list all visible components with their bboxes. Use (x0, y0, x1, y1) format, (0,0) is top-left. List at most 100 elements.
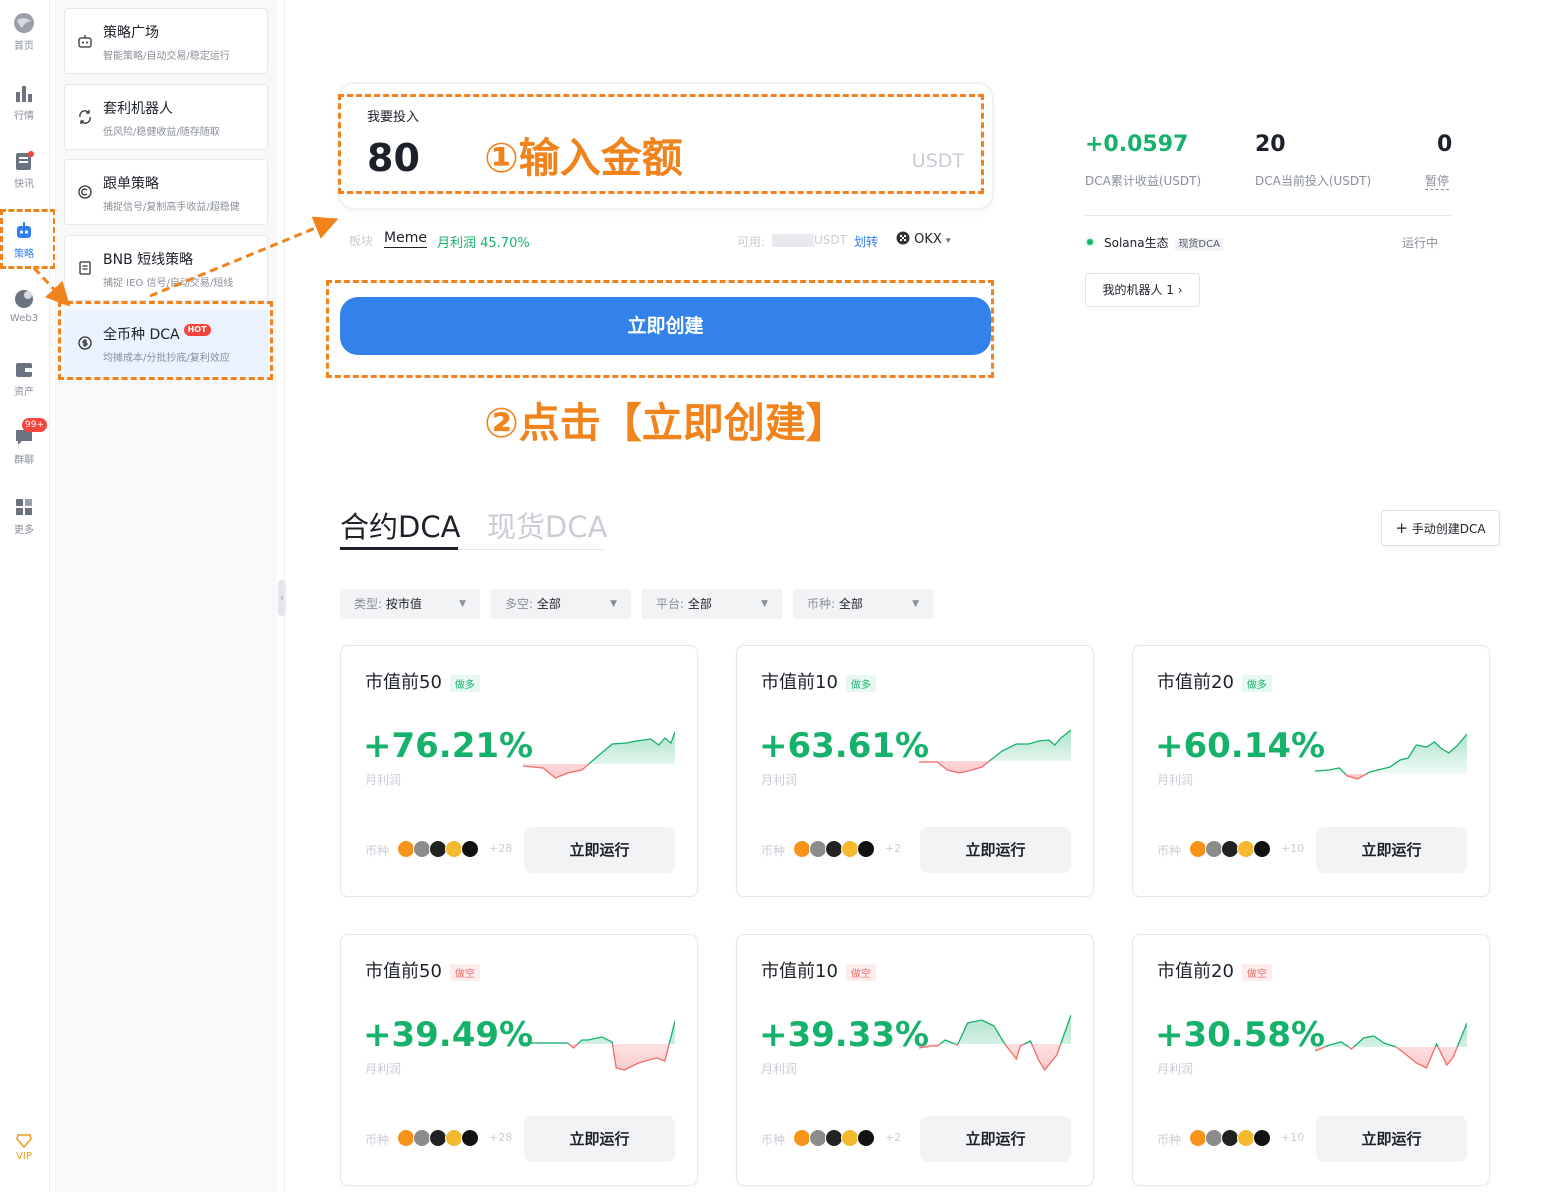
direction-badge: 做空 (449, 963, 480, 981)
card-title: 市值前20 做多 (1157, 668, 1272, 694)
monthly-profit-pct: +30.58% (1155, 1015, 1326, 1055)
profit-sparkline (523, 1020, 675, 1071)
nav-item-web3[interactable]: Web3 (0, 288, 48, 324)
strategy-subtitle: 捕捉信号/复制高手收益/超稳健 (103, 202, 240, 213)
strategy-item-bnb[interactable]: BNB 短线策略 捕捉 IEO 信号/自动交易/短线 (64, 235, 268, 301)
nav-item-more[interactable]: 更多 (0, 496, 48, 536)
coin-icons (397, 839, 487, 859)
coin-label: 币种 (365, 844, 390, 858)
nav-item-news[interactable]: 快讯 (0, 150, 48, 190)
grid-icon (16, 499, 32, 515)
nav-label: 快讯 (14, 179, 34, 190)
strategy-card[interactable]: 市值前50 做空 +39.49% 月利润 币种 +28 立即运行 (340, 934, 698, 1186)
more-coins-count: +28 (489, 842, 513, 855)
exchange-select[interactable]: OKX ▾ (896, 231, 950, 247)
chevron-down-icon: ▼ (912, 599, 919, 609)
available-unit: USDT (814, 233, 847, 247)
tab-contract-dca[interactable]: 合约DCA (340, 504, 460, 546)
filter-direction[interactable]: 多空: 全部 ▼ (491, 589, 631, 619)
profit-sparkline (523, 731, 675, 779)
paused-label[interactable]: 暂停 (1425, 172, 1450, 190)
monthly-profit-pct: +39.33% (759, 1015, 930, 1055)
card-title-text: 市值前20 (1157, 961, 1234, 982)
filter-platform[interactable]: 平台: 全部 ▼ (642, 589, 782, 619)
card-title: 市值前20 做空 (1157, 957, 1272, 983)
strategy-subtitle: 智能策略/自动交易/稳定运行 (103, 51, 230, 62)
monthly-profit-label: 月利润 (1157, 1062, 1194, 1076)
annotation-step2: ②点击【立即创建】 (484, 399, 847, 447)
run-now-button[interactable]: 立即运行 (524, 1116, 675, 1162)
run-now-button[interactable]: 立即运行 (1316, 1116, 1467, 1162)
paused-value: 0 (1437, 132, 1453, 157)
bot-name: Solana生态 (1104, 236, 1169, 250)
nav-item-market[interactable]: 行情 (0, 82, 48, 122)
nav-item-assets[interactable]: 资产 (0, 358, 48, 398)
nav-item-chat[interactable]: 群聊 99+ (0, 418, 48, 466)
monthly-profit-label: 月利润 (1157, 773, 1194, 787)
strategy-title: 策略广场 (103, 25, 159, 41)
card-title-text: 市值前50 (365, 672, 442, 693)
run-now-button[interactable]: 立即运行 (1316, 827, 1467, 873)
strategy-card[interactable]: 市值前50 做多 +76.21% 月利润 币种 +28 立即运行 (340, 645, 698, 897)
filter-value: 全部 (838, 597, 863, 611)
my-bots-button[interactable]: 我的机器人 1 › (1085, 273, 1200, 307)
monthly-profit-label: 月利润 (761, 1062, 798, 1076)
manual-create-dca-button[interactable]: + 手动创建DCA (1381, 510, 1500, 546)
filter-type[interactable]: 类型: 按市值 ▼ (340, 589, 480, 619)
okx-logo-icon (896, 231, 910, 245)
globe-icon (14, 13, 34, 33)
card-title-text: 市值前10 (761, 672, 838, 693)
my-bots-label: 我的机器人 1 (1102, 283, 1174, 297)
web3-icon (15, 290, 33, 308)
more-coins-count: +2 (885, 842, 902, 855)
vip-label: VIP (16, 1151, 32, 1162)
monthly-profit-pct: +63.61% (759, 726, 930, 766)
strategy-card[interactable]: 市值前10 做多 +63.61% 月利润 币种 +2 立即运行 (736, 645, 1094, 897)
dca-profit-value: +0.0597 (1085, 132, 1189, 157)
left-nav: 首页 行情 快讯 策略 Web3 资产 群聊 99+ 更多 VIP (0, 0, 50, 1192)
filter-value: 全部 (687, 597, 712, 611)
filter-label: 币种: (807, 597, 836, 611)
unread-badge: 99+ (22, 418, 47, 432)
monthly-profit-label: 月利润 (365, 1062, 402, 1076)
filter-coin[interactable]: 币种: 全部 ▼ (793, 589, 933, 619)
more-coins-count: +28 (489, 1131, 513, 1144)
profit-sparkline (1315, 733, 1467, 780)
run-now-button[interactable]: 立即运行 (920, 1116, 1071, 1162)
tab-spot-dca[interactable]: 现货DCA (487, 504, 607, 546)
card-title-text: 市值前10 (761, 961, 838, 982)
filter-label: 多空: (505, 597, 534, 611)
diamond-icon (16, 1134, 32, 1148)
coin-icon (461, 1129, 479, 1147)
plus-icon: + (1395, 519, 1408, 537)
coin-icons (397, 1128, 487, 1148)
transfer-link[interactable]: 划转 (854, 233, 878, 250)
refresh-icon (79, 110, 91, 124)
nav-label: 群聊 (14, 455, 34, 466)
dca-profit-label: DCA累计收益(USDT) (1085, 174, 1202, 188)
nav-item-vip[interactable]: VIP (0, 1134, 48, 1162)
strategy-title: BNB 短线策略 (103, 252, 194, 268)
chevron-right-icon: › (1177, 283, 1183, 297)
monthly-profit-pct: +39.49% (363, 1015, 534, 1055)
strategy-item-arbitrage[interactable]: 套利机器人 低风险/稳健收益/随存随取 (64, 84, 268, 150)
strategy-item-copy[interactable]: 跟单策略 捕捉信号/复制高手收益/超稳健 (64, 159, 268, 225)
strategy-list: 策略广场 智能策略/自动交易/稳定运行 套利机器人 低风险/稳健收益/随存随取 … (55, 0, 277, 1192)
bot-row[interactable]: Solana生态 现货DCA (1104, 234, 1223, 251)
direction-badge: 做多 (1241, 674, 1272, 692)
document-icon (79, 261, 91, 275)
annotation-step1: ①输入金额 (484, 134, 683, 182)
run-now-button[interactable]: 立即运行 (524, 827, 675, 873)
nav-label: 行情 (14, 111, 34, 122)
nav-item-home[interactable]: 首页 (0, 12, 48, 52)
direction-badge: 做多 (845, 674, 876, 692)
run-now-button[interactable]: 立即运行 (920, 827, 1071, 873)
strategy-card[interactable]: 市值前10 做空 +39.33% 月利润 币种 +2 立即运行 (736, 934, 1094, 1186)
nav-label: 资产 (14, 387, 34, 398)
strategy-card[interactable]: 市值前20 做多 +60.14% 月利润 币种 +10 立即运行 (1132, 645, 1490, 897)
sector-select[interactable]: Meme (384, 230, 427, 248)
profit-sparkline (919, 1015, 1071, 1072)
strategy-card[interactable]: 市值前20 做空 +30.58% 月利润 币种 +10 立即运行 (1132, 934, 1490, 1186)
direction-badge: 做空 (845, 963, 876, 981)
strategy-item-plaza[interactable]: 策略广场 智能策略/自动交易/稳定运行 (64, 8, 268, 74)
